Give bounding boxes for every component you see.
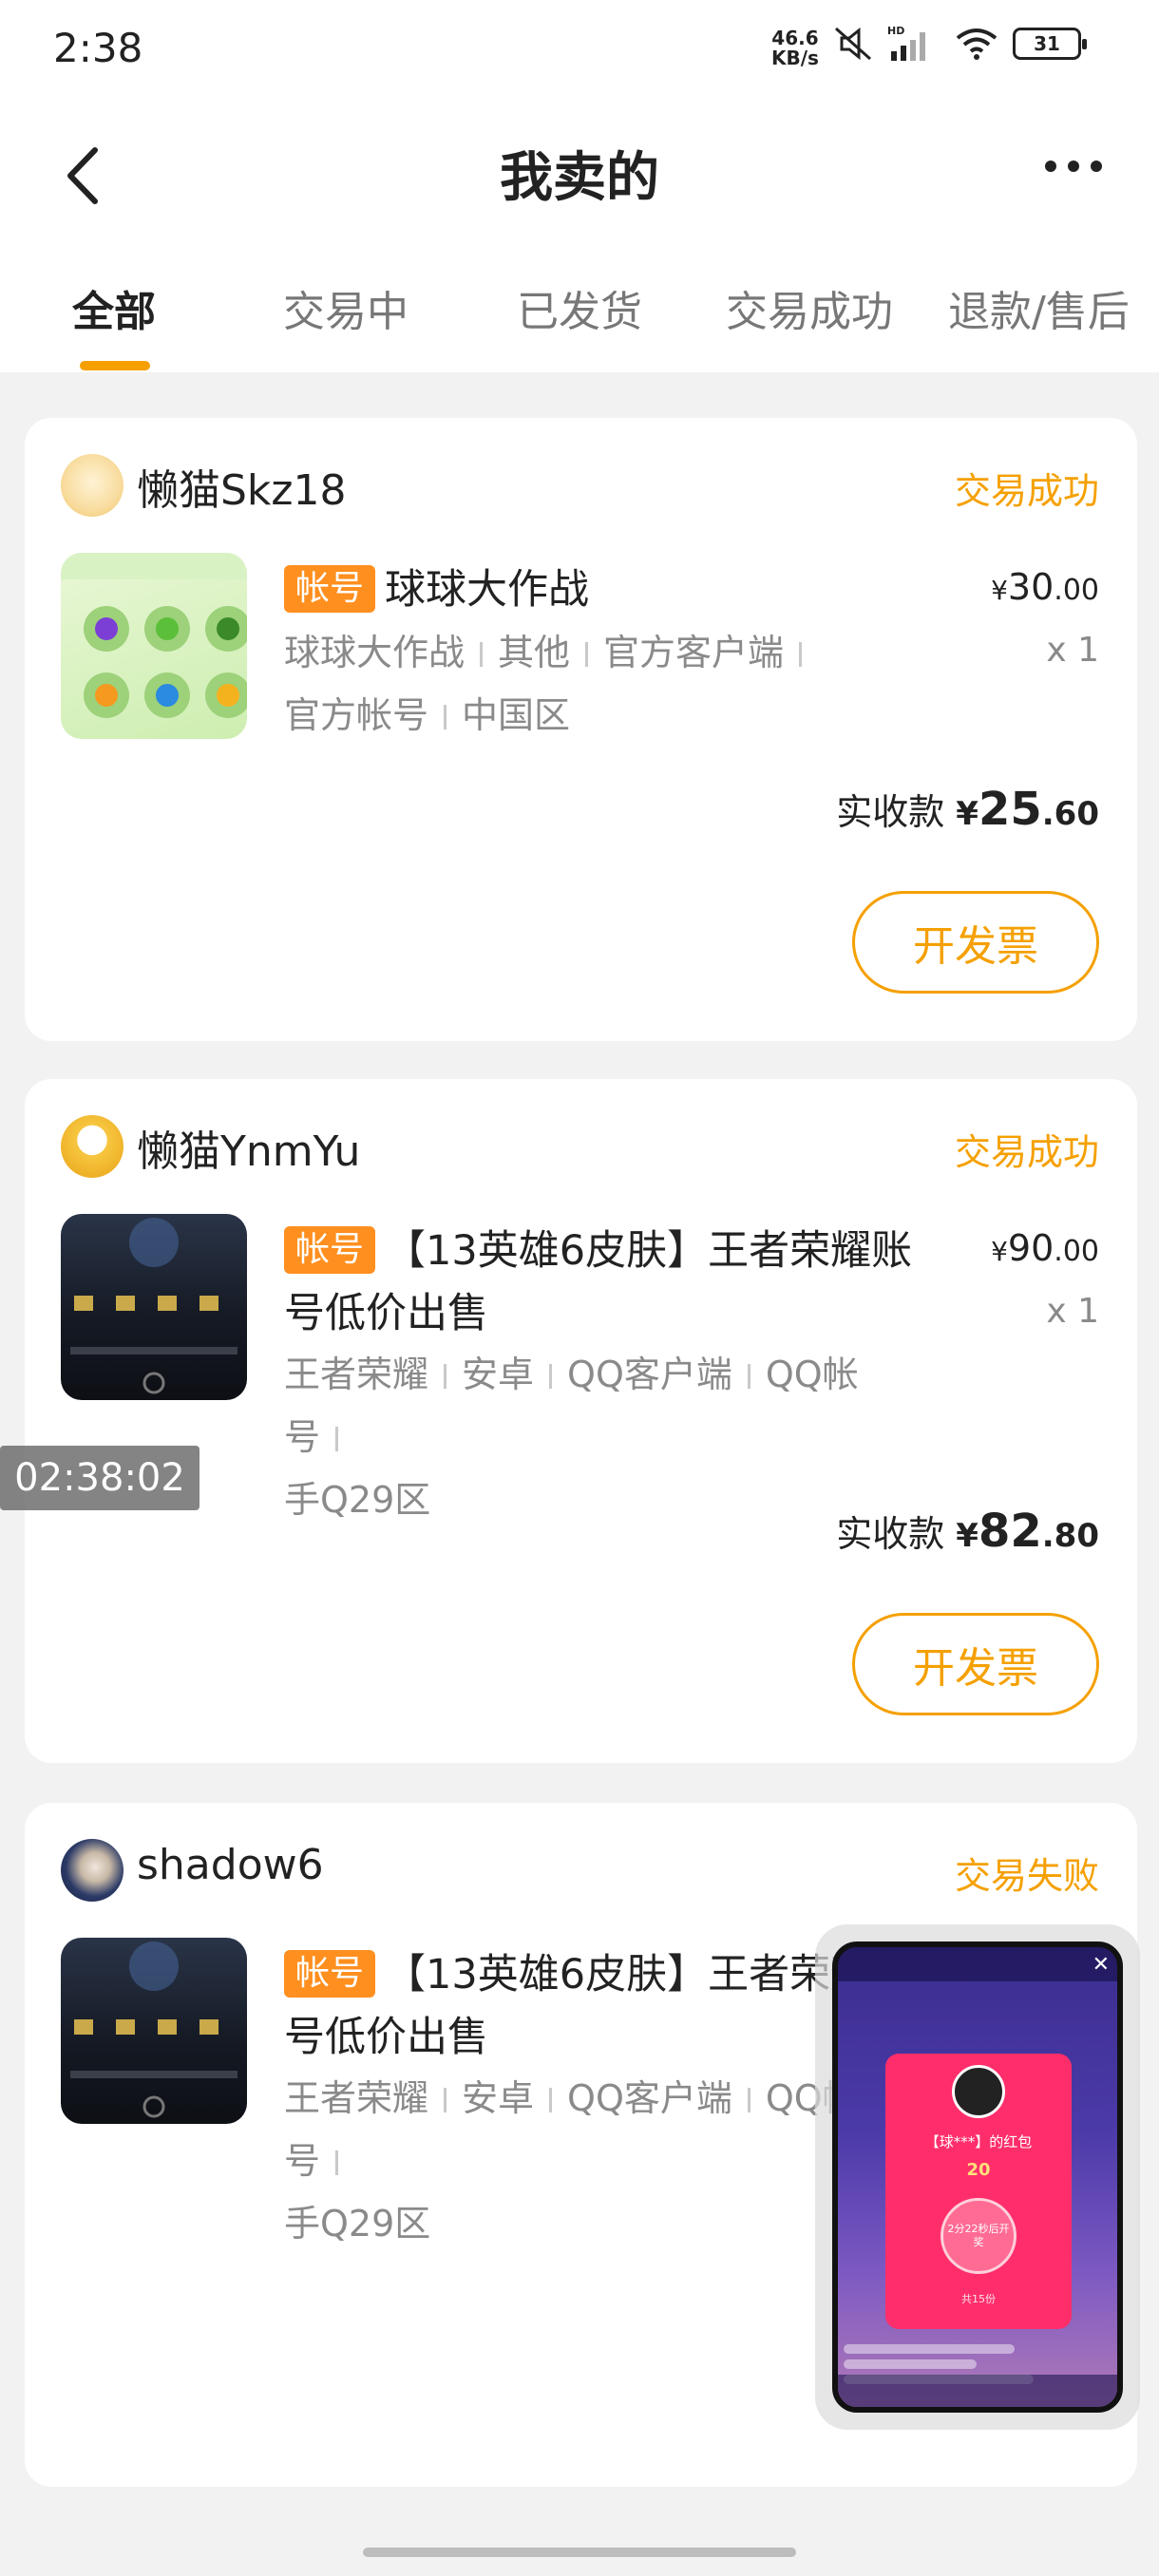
red-packet-button[interactable]: 2分22秒后开奖 [940, 2198, 1016, 2274]
attr: 王者荣耀 [284, 1354, 429, 1395]
attr: 手Q29区 [284, 2203, 431, 2245]
received-dec: .60 [1041, 795, 1099, 833]
received-int: 25 [978, 783, 1042, 836]
product-title[interactable]: 帐号 球球大作战 [284, 559, 940, 621]
floating-video-window[interactable]: ✕ 【球***】的红包 20 2分22秒后开奖 共15份 [815, 1924, 1140, 2430]
received-amount: 实收款 ¥82.80 [836, 1505, 1099, 1558]
home-indicator[interactable] [363, 2548, 796, 2557]
currency: ¥ [956, 1517, 978, 1555]
quantity: x 1 [1046, 1292, 1099, 1331]
avatar[interactable] [61, 454, 124, 517]
attr: 王者荣耀 [284, 2077, 429, 2119]
product-thumbnail[interactable] [61, 553, 247, 739]
currency: ¥ [956, 795, 978, 833]
attr: 球球大作战 [284, 632, 466, 673]
received-amount: 实收款 ¥25.60 [836, 783, 1099, 836]
net-speed-value: 46.6 [771, 27, 819, 49]
product-attrs: 球球大作战 其他 官方客户端 官方帐号 中国区 [284, 621, 892, 747]
tab-in-progress[interactable]: 交易中 [283, 277, 408, 338]
attr: QQ客户端 [567, 1354, 732, 1395]
product-title-text: 球球大作战 [385, 566, 590, 614]
tab-success[interactable]: 交易成功 [726, 277, 893, 338]
red-packet-footer: 共15份 [961, 2293, 996, 2305]
page-title: 我卖的 [500, 147, 659, 209]
price-int: 30 [1007, 566, 1054, 608]
status-time: 2:38 [53, 25, 143, 71]
attr: 官方客户端 [603, 632, 785, 673]
price-int: 90 [1007, 1227, 1054, 1269]
net-speed-unit: KB/s [771, 47, 819, 69]
unit-price: ¥30.00 [991, 566, 1099, 608]
quantity: x 1 [1046, 631, 1099, 670]
battery-level: 31 [1034, 32, 1060, 55]
received-dec: .80 [1041, 1517, 1099, 1555]
battery-icon: 31 [1013, 28, 1087, 60]
game-preview-icon [70, 1941, 238, 2118]
product-attrs: 王者荣耀 安卓 QQ客户端 QQ帐号 手Q29区 [284, 1343, 892, 1531]
order-status: 交易成功 [954, 1131, 1099, 1173]
order-status: 交易成功 [954, 470, 1099, 512]
invoice-button[interactable]: 开发票 [852, 1613, 1099, 1715]
unit-price: ¥90.00 [991, 1227, 1099, 1269]
category-tag: 帐号 [284, 565, 376, 613]
attr: 其他 [498, 632, 571, 673]
live-bottom-bar [838, 2375, 1117, 2407]
tab-active-indicator [80, 361, 150, 370]
category-tag: 帐号 [284, 1950, 376, 1998]
product-thumbnail[interactable] [61, 1214, 247, 1400]
attr: 手Q29区 [284, 1479, 431, 1521]
product-title[interactable]: 帐号 【13英雄6皮肤】王者荣耀账号低价出售 [284, 1220, 940, 1345]
status-icons: HD 31 [832, 25, 1087, 63]
svg-text:HD: HD [887, 25, 904, 37]
price-dec: .00 [1054, 574, 1099, 607]
currency: ¥ [991, 1236, 1008, 1267]
tab-refund[interactable]: 退款/售后 [948, 277, 1130, 338]
seller-name[interactable]: shadow6 [137, 1841, 324, 1889]
received-label: 实收款 [836, 791, 945, 833]
close-icon[interactable]: ✕ [1092, 1953, 1110, 1977]
red-packet-title: 【球***】的红包 [924, 2133, 1033, 2150]
avatar[interactable] [61, 1839, 124, 1902]
mute-icon [835, 27, 871, 61]
seller-name[interactable]: 懒猫YnmYu [137, 1117, 360, 1178]
attr: 安卓 [462, 1354, 535, 1395]
header: 我卖的 [0, 114, 1159, 228]
game-preview-icon [61, 553, 247, 718]
product-thumbnail[interactable] [61, 1938, 247, 2124]
currency: ¥ [991, 575, 1008, 606]
avatar[interactable] [61, 1115, 124, 1178]
attr: 安卓 [462, 2077, 535, 2119]
seller-name[interactable]: 懒猫Skz18 [137, 456, 347, 517]
red-packet[interactable]: 【球***】的红包 20 2分22秒后开奖 共15份 [885, 2054, 1072, 2329]
tab-all[interactable]: 全部 [72, 277, 156, 338]
invoice-button[interactable]: 开发票 [852, 891, 1099, 994]
host-avatar [952, 2065, 1005, 2118]
status-bar: 2:38 46.6 KB/s HD 31 [0, 0, 1159, 95]
attr: 中国区 [462, 694, 571, 736]
price-dec: .00 [1054, 1235, 1099, 1268]
attr: QQ客户端 [567, 2077, 732, 2119]
received-label: 实收款 [836, 1513, 945, 1555]
order-status: 交易失败 [954, 1855, 1099, 1897]
attr: 官方帐号 [284, 694, 429, 736]
tab-shipped[interactable]: 已发货 [517, 277, 642, 338]
signal-icon: HD [887, 25, 925, 61]
order-card[interactable]: 懒猫YnmYu 交易成功 帐号 【13英雄6皮肤】王者荣耀账号低价出售 王者荣耀安… [25, 1079, 1137, 1763]
timestamp-overlay: 02:38:02 [0, 1446, 200, 1510]
wifi-icon [956, 28, 998, 60]
order-card[interactable]: 懒猫Skz18 交易成功 帐号 球球大作战 球球大作战 其他 官方客户端 官方帐号 中国… [25, 418, 1137, 1041]
live-video[interactable]: ✕ 【球***】的红包 20 2分22秒后开奖 共15份 [832, 1941, 1123, 2413]
more-dots-icon[interactable] [1036, 152, 1112, 180]
red-packet-amount: 20 [966, 2160, 991, 2180]
top-bar: 2:38 46.6 KB/s HD 31 我卖的 全部 交易中 已发货 交易成功… [0, 0, 1159, 372]
tab-bar: 全部 交易中 已发货 交易成功 退款/售后 [0, 266, 1159, 372]
game-preview-icon [70, 1218, 238, 1394]
live-room-header [838, 1947, 1117, 1981]
product-title-text: 【13英雄6皮肤】王者荣耀账号低价出售 [284, 1227, 913, 1337]
category-tag: 帐号 [284, 1226, 376, 1274]
received-int: 82 [978, 1505, 1042, 1558]
net-speed: 46.6 KB/s [771, 28, 819, 68]
product-attrs: 王者荣耀 安卓 QQ客户端 QQ帐号 手Q29区 [284, 2067, 892, 2255]
